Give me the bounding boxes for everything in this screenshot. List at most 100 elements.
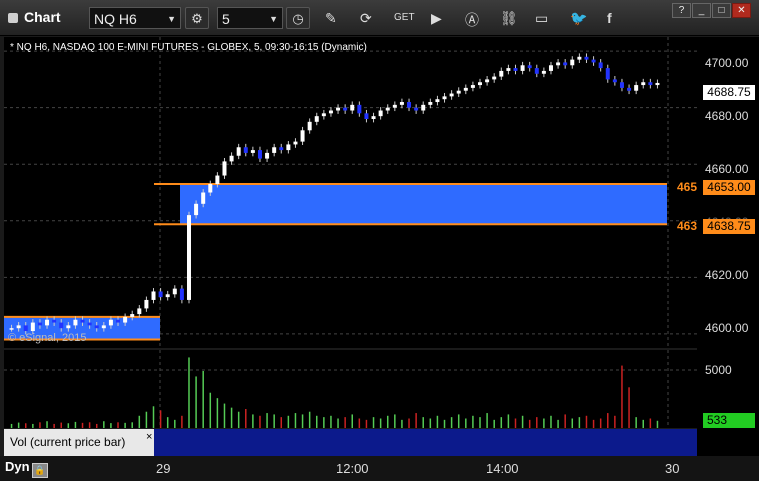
price-tick: 4700.00	[705, 56, 749, 70]
candle-body	[371, 116, 376, 119]
time-mode-toggle[interactable]: Dyn 🔒	[5, 459, 48, 478]
get-icon[interactable]: GET	[394, 12, 415, 23]
candle-body	[328, 110, 333, 114]
interval-clock-button[interactable]: ◷	[286, 7, 310, 29]
candle-body	[556, 62, 561, 66]
candle-body	[165, 294, 170, 298]
price-chart-svg[interactable]	[4, 37, 697, 348]
volume-chart-svg[interactable]	[4, 350, 697, 428]
watermark: © eSignal, 2015	[8, 332, 87, 344]
price-tick: 4620.00	[705, 268, 749, 282]
candle-body	[151, 291, 156, 300]
candle-body	[449, 93, 454, 97]
candle-body	[641, 82, 646, 86]
clock-icon: ◷	[292, 11, 304, 26]
candle-body	[101, 325, 106, 329]
volume-panel[interactable]	[4, 350, 697, 428]
candle-body	[612, 79, 617, 83]
candle-body	[272, 147, 277, 153]
candle-body	[179, 288, 184, 300]
candle-body	[208, 184, 213, 193]
current-price-tag: 4688.75	[703, 85, 755, 100]
candle-body	[37, 322, 42, 326]
candle-body	[222, 161, 227, 176]
candle-body	[265, 152, 270, 159]
candle-body	[492, 76, 497, 80]
volume-study-label-text: Vol (current price bar)	[10, 435, 126, 449]
candle-body	[343, 107, 348, 111]
price-axis[interactable]	[697, 37, 759, 457]
candle-body	[257, 150, 262, 159]
candle-body	[307, 121, 312, 131]
candle-body	[506, 68, 511, 71]
time-label: 12:00	[336, 461, 369, 476]
link-icon[interactable]: ⛓	[500, 10, 518, 27]
maximize-button[interactable]: □	[712, 3, 731, 18]
candle-body	[648, 82, 653, 86]
symbol-input[interactable]: NQ H6 ▼	[89, 7, 181, 29]
candle-body	[336, 107, 341, 111]
time-axis[interactable]	[0, 456, 759, 481]
volume-tick: 5000	[705, 363, 732, 377]
lock-icon[interactable]: 🔒	[31, 463, 48, 478]
candle-body	[357, 104, 362, 114]
candle-body	[172, 288, 177, 295]
candle-body	[293, 141, 298, 145]
help-icon: ?	[678, 5, 685, 16]
price-tick: 4680.00	[705, 109, 749, 123]
volume-study-strip	[154, 429, 697, 456]
facebook-icon[interactable]: f	[607, 10, 612, 26]
volume-study-label[interactable]: Vol (current price bar) ×	[4, 429, 154, 456]
candle-body	[364, 113, 369, 119]
candle-body	[470, 85, 475, 88]
candle-body	[513, 68, 518, 71]
help-button[interactable]: ?	[672, 3, 691, 18]
candle-body	[598, 62, 603, 69]
candle-body	[215, 175, 220, 185]
candle-body	[563, 62, 568, 66]
pencil-icon[interactable]: ✎	[325, 10, 337, 27]
candle-body	[577, 56, 582, 60]
candle-body	[59, 322, 64, 329]
close-icon: ✕	[737, 5, 746, 16]
candle-body	[123, 316, 128, 323]
candle-body	[144, 299, 149, 309]
candle-body	[130, 314, 135, 317]
close-button[interactable]: ✕	[732, 3, 751, 18]
time-label: 14:00	[486, 461, 519, 476]
candle-body	[463, 87, 468, 91]
alert-icon[interactable]: Ⓐ	[465, 10, 479, 30]
candle-body	[520, 65, 525, 71]
candle-body	[229, 155, 234, 162]
time-mode-label: Dyn	[5, 459, 30, 474]
candle-body	[655, 82, 660, 86]
candle-body	[250, 150, 255, 153]
symbol-settings-button[interactable]: ⚙	[185, 7, 209, 29]
interval-input[interactable]: 5 ▼	[217, 7, 283, 29]
candle-body	[392, 104, 397, 108]
price-chart-panel[interactable]	[4, 37, 697, 348]
window-title-text: Chart	[24, 9, 61, 25]
candle-body	[194, 203, 199, 216]
candle-body	[186, 215, 191, 300]
candle-body	[9, 328, 14, 330]
refresh-icon[interactable]: ⟳	[360, 10, 372, 27]
minimize-button[interactable]: _	[692, 3, 711, 18]
candle-body	[584, 56, 589, 60]
gear-icon: ⚙	[191, 11, 203, 26]
candle-body	[541, 70, 546, 74]
candle-body	[399, 102, 404, 105]
comment-icon[interactable]: ▭	[535, 10, 548, 27]
candle-body	[634, 85, 639, 91]
candle-body	[591, 59, 596, 63]
chart-legend: * NQ H6, NASDAQ 100 E-MINI FUTURES - GLO…	[10, 42, 367, 53]
chevron-down-icon[interactable]: ▼	[167, 8, 176, 30]
chevron-down-icon[interactable]: ▼	[269, 8, 278, 30]
play-icon[interactable]: ▶	[431, 10, 442, 27]
candle-body	[627, 87, 632, 91]
price-tick: 4600.00	[705, 321, 749, 335]
twitter-icon[interactable]: 🐦	[570, 10, 587, 27]
candle-body	[456, 90, 461, 94]
close-icon[interactable]: ×	[146, 431, 152, 443]
lower-level-label: 463	[677, 219, 698, 233]
